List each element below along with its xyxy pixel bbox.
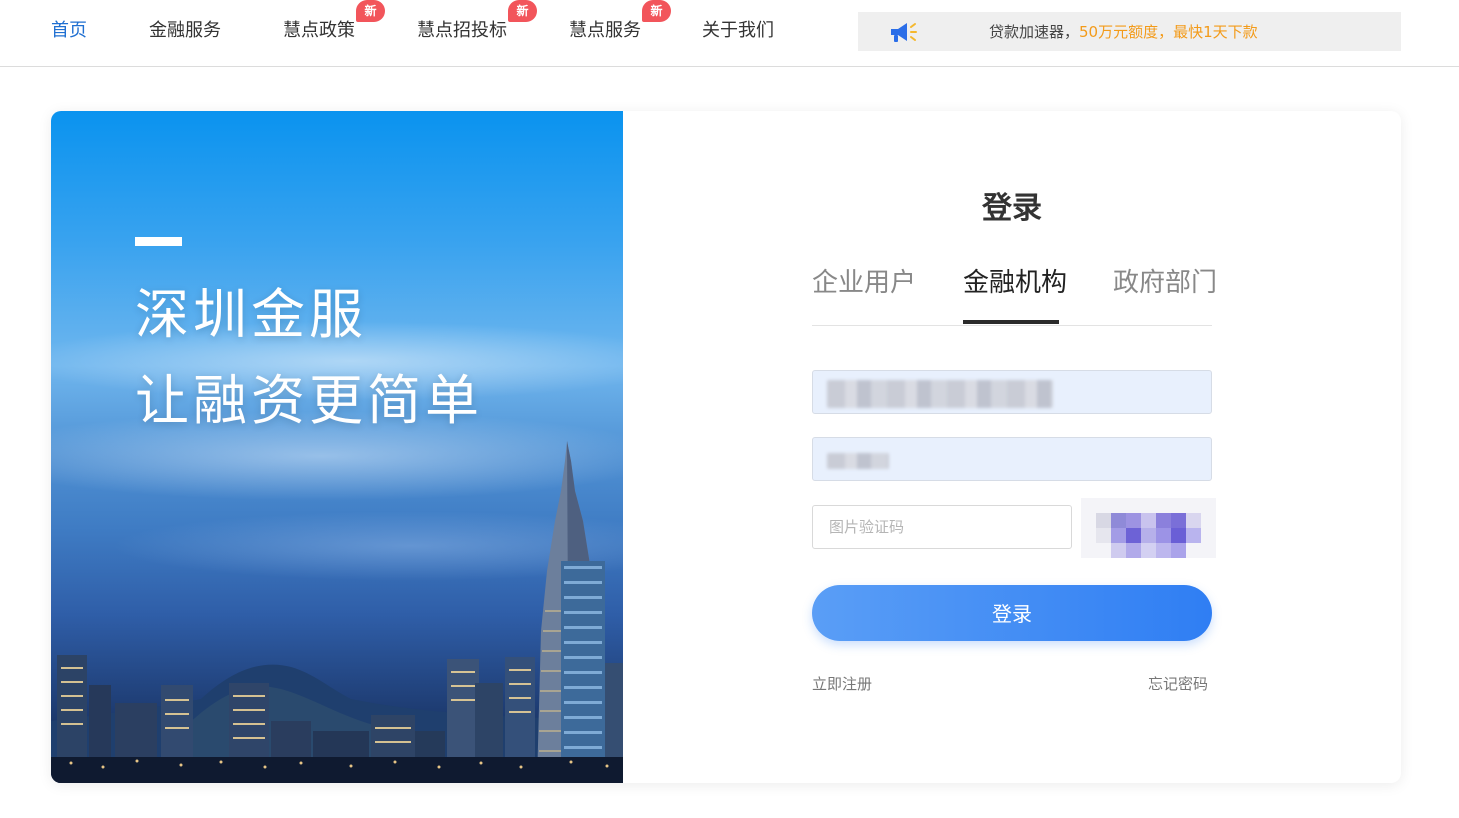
tab-government-department[interactable]: 政府部门 — [1113, 265, 1217, 301]
redacted-username — [827, 380, 1053, 408]
login-card: 深圳金服 让融资更简单 登录 企业用户 金融机构 政府部门 图片验证码 登录 立… — [51, 111, 1401, 783]
forgot-password-link[interactable]: 忘记密码 — [1148, 674, 1208, 694]
notice-text-highlight: 50万元额度，最快1天下款 — [1079, 23, 1258, 41]
redacted-password — [827, 453, 889, 469]
tab-enterprise-user[interactable]: 企业用户 — [812, 265, 916, 301]
nav-item-label: 慧点服务 — [569, 20, 641, 41]
nav-item-label: 金融服务 — [149, 20, 221, 41]
banner-dash-decoration — [135, 237, 182, 246]
banner-slogan: 让融资更简单 — [135, 369, 483, 432]
nav-item-policy[interactable]: 慧点政策 新 — [283, 0, 385, 43]
tab-label: 企业用户 — [812, 268, 917, 298]
password-field[interactable] — [812, 437, 1212, 481]
megaphone-icon — [888, 20, 918, 44]
city-skyline-image — [51, 441, 623, 783]
hero-banner: 深圳金服 让融资更简单 — [51, 111, 623, 783]
nav-item-label: 慧点政策 — [283, 20, 355, 41]
notice-text-prefix: 贷款加速器， — [989, 23, 1080, 41]
login-type-tabs: 企业用户 金融机构 政府部门 — [812, 261, 1217, 326]
nav-item-services[interactable]: 慧点服务 新 — [569, 0, 671, 43]
tab-label: 政府部门 — [1113, 268, 1218, 298]
tab-financial-institution[interactable]: 金融机构 — [963, 265, 1067, 301]
nav-item-bidding[interactable]: 慧点招投标 新 — [417, 0, 537, 43]
notice-bar[interactable]: 贷款加速器，50万元额度，最快1天下款 — [858, 12, 1401, 51]
nav-item-label: 首页 — [51, 20, 87, 41]
tab-label: 金融机构 — [963, 268, 1068, 298]
nav-item-about[interactable]: 关于我们 — [702, 19, 774, 43]
active-tab-indicator — [963, 320, 1059, 324]
new-badge: 新 — [356, 0, 385, 22]
nav-item-financial-services[interactable]: 金融服务 — [149, 19, 221, 43]
new-badge: 新 — [642, 0, 671, 22]
captcha-field[interactable] — [812, 505, 1072, 549]
register-link[interactable]: 立即注册 — [812, 674, 872, 694]
nav-item-label: 关于我们 — [702, 20, 774, 41]
captcha-image[interactable] — [1081, 498, 1216, 558]
top-navigation: 首页 金融服务 慧点政策 新 慧点招投标 新 慧点服务 新 关于我们 贷款加速器… — [0, 0, 1459, 67]
nav-item-label: 慧点招投标 — [417, 20, 507, 41]
new-badge: 新 — [508, 0, 537, 22]
login-title: 登录 — [982, 191, 1042, 226]
banner-headline: 深圳金服 — [135, 283, 367, 346]
username-field[interactable] — [812, 370, 1212, 414]
captcha-input[interactable] — [813, 506, 1071, 548]
notice-text: 贷款加速器，50万元额度，最快1天下款 — [989, 22, 1258, 42]
login-button[interactable]: 登录 — [812, 585, 1212, 641]
nav-item-home[interactable]: 首页 — [51, 19, 87, 43]
